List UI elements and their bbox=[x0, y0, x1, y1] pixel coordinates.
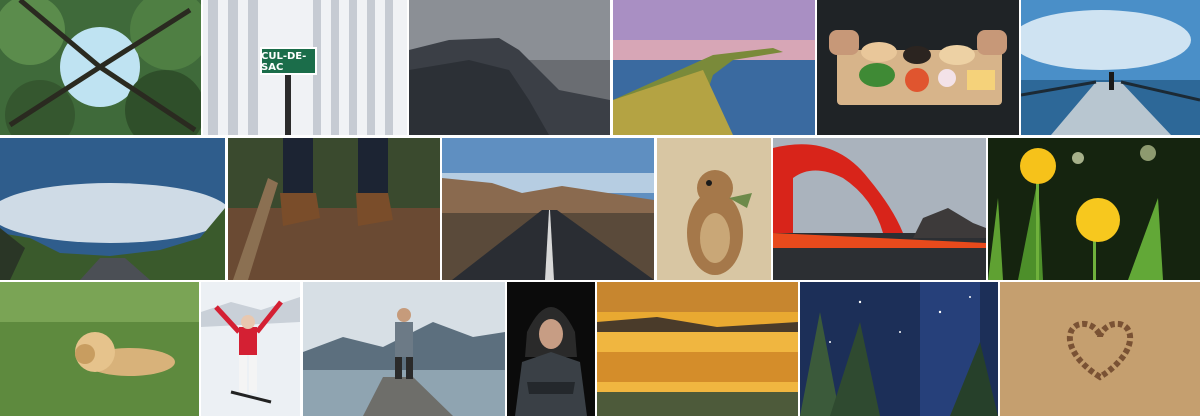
photo-gallery: CUL-DE-SAC bbox=[0, 0, 1200, 416]
lava-fountain-photo[interactable] bbox=[773, 138, 986, 280]
pier-sky-photo[interactable] bbox=[1021, 0, 1200, 135]
coastal-peninsula-photo[interactable] bbox=[613, 0, 815, 135]
desert-highway-photo[interactable] bbox=[442, 138, 654, 280]
cul-de-sac-sign-text: CUL-DE-SAC bbox=[261, 51, 307, 73]
night-sky-trees-photo[interactable] bbox=[800, 282, 998, 416]
dandelions-photo[interactable] bbox=[988, 138, 1200, 280]
hiking-boots-photo[interactable] bbox=[228, 138, 440, 280]
hooded-man-photo[interactable] bbox=[507, 282, 595, 416]
pebble-heart-photo[interactable] bbox=[1000, 282, 1200, 416]
resting-lion-photo[interactable] bbox=[0, 282, 199, 416]
skier-photo[interactable] bbox=[201, 282, 300, 416]
burger-prep-photo[interactable] bbox=[817, 0, 1019, 135]
tree-canopy-photo[interactable] bbox=[0, 0, 201, 135]
lake-dock-man-photo[interactable] bbox=[303, 282, 505, 416]
sunset-lake-photo[interactable] bbox=[597, 282, 798, 416]
open-road-sky-photo[interactable] bbox=[0, 138, 225, 280]
stormy-cliff-photo[interactable] bbox=[409, 0, 610, 135]
prairie-dog-photo[interactable] bbox=[657, 138, 771, 280]
